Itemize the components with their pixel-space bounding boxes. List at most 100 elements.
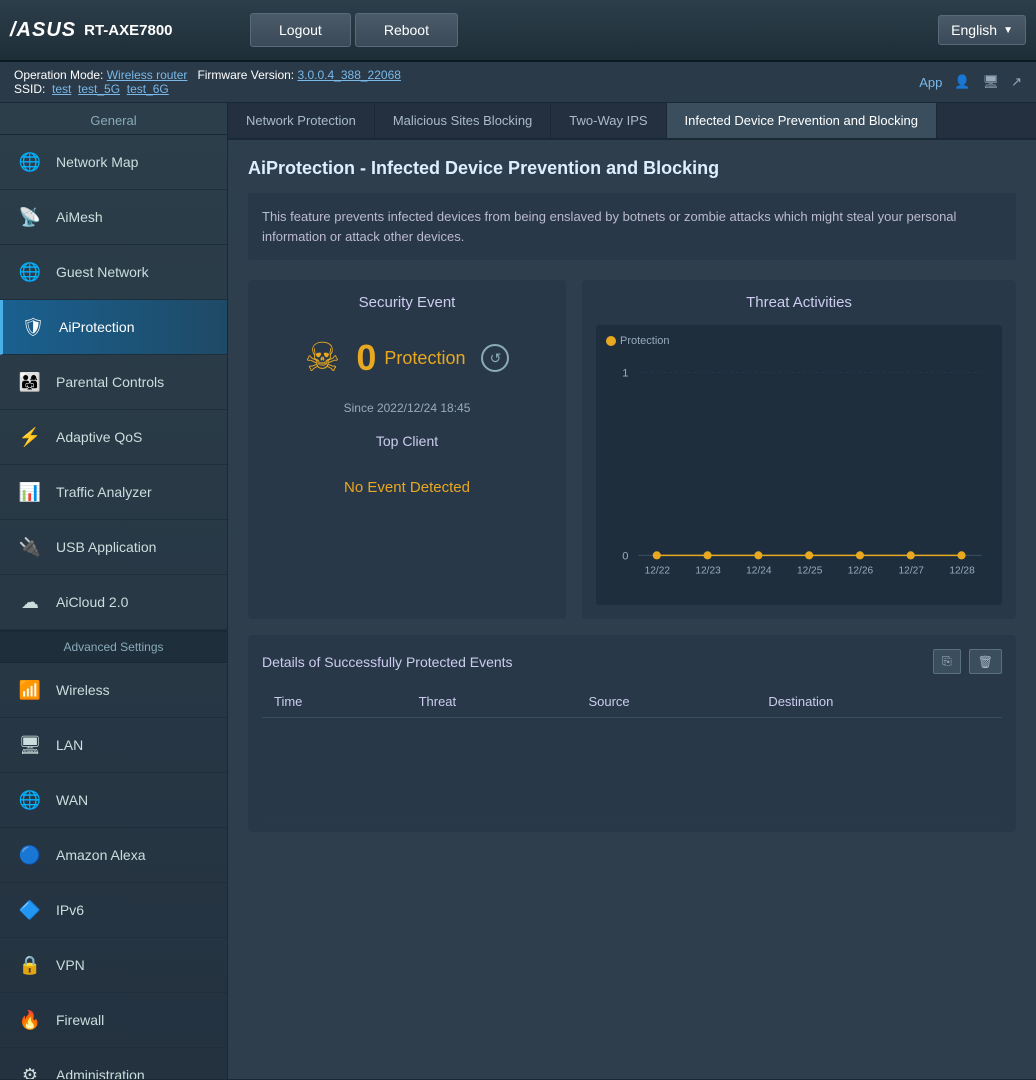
reboot-button[interactable]: Reboot [355, 13, 458, 47]
top-nav-buttons: Logout Reboot [230, 13, 938, 47]
sidebar-label-ipv6: IPv6 [56, 902, 84, 918]
info-bar-left: Operation Mode: Wireless router Firmware… [14, 68, 401, 96]
event-summary-row: ☠ 0 Protection ↺ [305, 325, 510, 391]
sidebar-label-firewall: Firewall [56, 1012, 104, 1028]
sidebar-label-usb-application: USB Application [56, 539, 156, 555]
tab-two-way-ips[interactable]: Two-Way IPS [551, 103, 666, 138]
description-text: This feature prevents infected devices f… [248, 193, 1016, 260]
qos-icon: ⚡ [16, 423, 44, 451]
col-destination: Destination [756, 686, 1002, 718]
sidebar-item-administration[interactable]: ⚙ Administration [0, 1048, 227, 1079]
sidebar-label-lan: LAN [56, 737, 83, 753]
chart-area: Protection 1 0 [596, 325, 1002, 605]
globe-icon: 🌐 [16, 148, 44, 176]
sidebar-label-aicloud: AiCloud 2.0 [56, 594, 128, 610]
sidebar-item-guest-network[interactable]: 🌐 Guest Network [0, 245, 227, 300]
ssid-5g[interactable]: test_5G [78, 82, 120, 96]
model-name: RT-AXE7800 [84, 22, 172, 39]
sidebar-item-wireless[interactable]: 📶 Wireless [0, 663, 227, 718]
shield-icon: 🛡 [19, 313, 47, 341]
general-section-label: General [0, 103, 227, 135]
tab-malicious-sites[interactable]: Malicious Sites Blocking [375, 103, 551, 138]
logout-button[interactable]: Logout [250, 13, 351, 47]
wireless-icon: 📶 [16, 676, 44, 704]
details-section: Details of Successfully Protected Events… [248, 635, 1016, 832]
sidebar-label-aimesh: AiMesh [56, 209, 103, 225]
svg-text:12/23: 12/23 [695, 566, 721, 577]
skull-icon: ☠ [305, 335, 341, 381]
sidebar-item-lan[interactable]: 🖥 LAN [0, 718, 227, 773]
language-label: English [951, 22, 997, 38]
aimesh-icon: 📡 [16, 203, 44, 231]
page-content: AiProtection - Infected Device Preventio… [228, 140, 1036, 866]
svg-text:0: 0 [622, 550, 628, 562]
lan-icon: 🖥 [16, 731, 44, 759]
wan-icon: 🌐 [16, 786, 44, 814]
sidebar-item-aicloud[interactable]: ☁ AiCloud 2.0 [0, 575, 227, 630]
sidebar-item-parental-controls[interactable]: 👨‍👩‍👧 Parental Controls [0, 355, 227, 410]
app-link[interactable]: App [919, 75, 942, 90]
monitor-icon: 🖥 [983, 74, 1000, 90]
sidebar-label-aiprotection: AiProtection [59, 319, 134, 335]
sidebar-item-ipv6[interactable]: 🔷 IPv6 [0, 883, 227, 938]
ssid-2g[interactable]: test [52, 82, 71, 96]
advanced-section-label: Advanced Settings [0, 630, 227, 663]
sidebar-label-amazon-alexa: Amazon Alexa [56, 847, 146, 863]
no-event-text: No Event Detected [344, 479, 470, 496]
chart-svg-wrapper: 1 0 [606, 353, 992, 583]
sidebar-item-usb-application[interactable]: 🔌 USB Application [0, 520, 227, 575]
page-title: AiProtection - Infected Device Preventio… [248, 158, 1016, 179]
event-count: 0 [356, 337, 376, 379]
admin-icon: ⚙ [16, 1061, 44, 1079]
svg-text:1: 1 [622, 368, 628, 380]
share-icon: ↗ [1011, 74, 1022, 90]
sidebar-item-firewall[interactable]: 🔥 Firewall [0, 993, 227, 1048]
protection-dot [606, 336, 616, 346]
ipv6-icon: 🔷 [16, 896, 44, 924]
sidebar-item-adaptive-qos[interactable]: ⚡ Adaptive QoS [0, 410, 227, 465]
security-event-title: Security Event [262, 294, 552, 311]
protected-events-table: Time Threat Source Destination [262, 686, 1002, 818]
details-header: Details of Successfully Protected Events… [262, 649, 1002, 674]
sub-tabs: Network Protection Malicious Sites Block… [228, 103, 1036, 140]
guest-network-icon: 🌐 [16, 258, 44, 286]
info-bar: Operation Mode: Wireless router Firmware… [0, 62, 1036, 103]
legend-protection-label: Protection [620, 335, 670, 347]
traffic-icon: 📊 [16, 478, 44, 506]
firmware-value[interactable]: 3.0.0.4_388_22068 [297, 68, 400, 82]
empty-table-row [262, 718, 1002, 818]
sidebar-item-amazon-alexa[interactable]: 🔵 Amazon Alexa [0, 828, 227, 883]
ssid-6g[interactable]: test_6G [127, 82, 169, 96]
sidebar-label-wan: WAN [56, 792, 88, 808]
sidebar-item-aiprotection[interactable]: 🛡 AiProtection [0, 300, 227, 355]
sidebar-label-traffic-analyzer: Traffic Analyzer [56, 484, 152, 500]
tab-network-protection[interactable]: Network Protection [228, 103, 375, 138]
svg-text:12/25: 12/25 [797, 566, 823, 577]
copy-button[interactable]: ⎘ [933, 649, 961, 674]
svg-text:12/22: 12/22 [645, 566, 671, 577]
col-threat: Threat [407, 686, 577, 718]
two-columns: Security Event ☠ 0 Protection ↺ Since 20… [248, 280, 1016, 619]
top-client-label: Top Client [376, 433, 438, 449]
svg-text:12/26: 12/26 [848, 566, 874, 577]
language-selector[interactable]: English ▼ [938, 15, 1026, 45]
sidebar-item-vpn[interactable]: 🔒 VPN [0, 938, 227, 993]
info-bar-right: App 👤 🖥 ↗ [919, 74, 1022, 90]
tab-infected-device[interactable]: Infected Device Prevention and Blocking [667, 103, 937, 138]
reset-button[interactable]: ↺ [481, 344, 509, 372]
col-time: Time [262, 686, 407, 718]
details-title: Details of Successfully Protected Events [262, 654, 513, 670]
sidebar-label-adaptive-qos: Adaptive QoS [56, 429, 142, 445]
sidebar-item-traffic-analyzer[interactable]: 📊 Traffic Analyzer [0, 465, 227, 520]
sidebar-item-network-map[interactable]: 🌐 Network Map [0, 135, 227, 190]
usb-icon: 🔌 [16, 533, 44, 561]
sidebar-item-wan[interactable]: 🌐 WAN [0, 773, 227, 828]
details-actions: ⎘ 🗑 [933, 649, 1002, 674]
operation-mode-value[interactable]: Wireless router [107, 68, 188, 82]
trash-button[interactable]: 🗑 [969, 649, 1002, 674]
sidebar-label-administration: Administration [56, 1067, 145, 1079]
threat-activities-panel: Threat Activities Protection 1 [582, 280, 1016, 619]
col-source: Source [576, 686, 756, 718]
sidebar-item-aimesh[interactable]: 📡 AiMesh [0, 190, 227, 245]
legend-protection: Protection [606, 335, 670, 347]
